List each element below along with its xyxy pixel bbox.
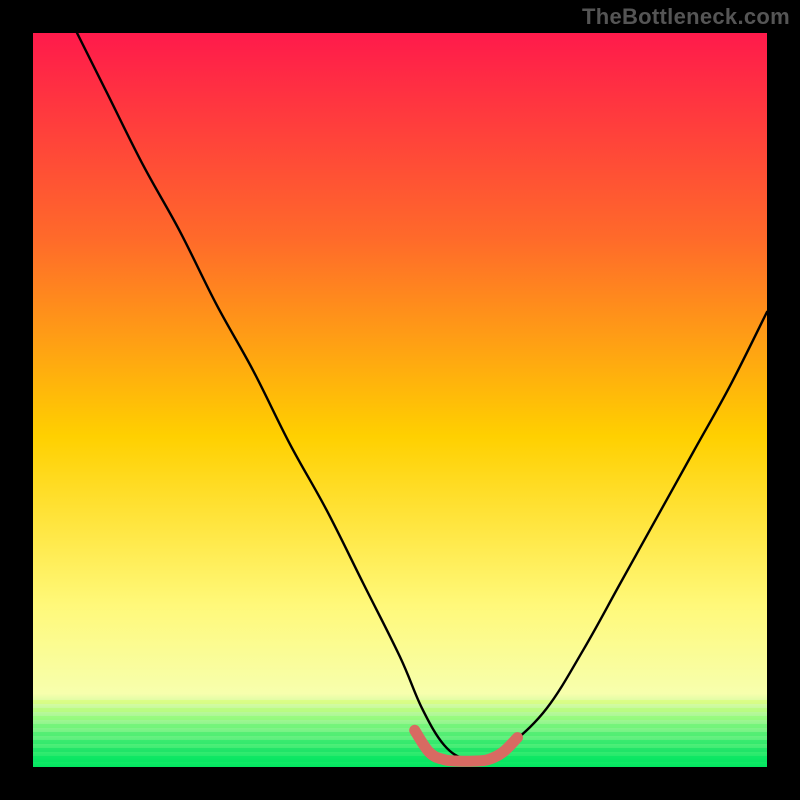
- chart-frame: TheBottleneck.com: [0, 0, 800, 800]
- bottleneck-chart: [0, 0, 800, 800]
- watermark-text: TheBottleneck.com: [582, 4, 790, 30]
